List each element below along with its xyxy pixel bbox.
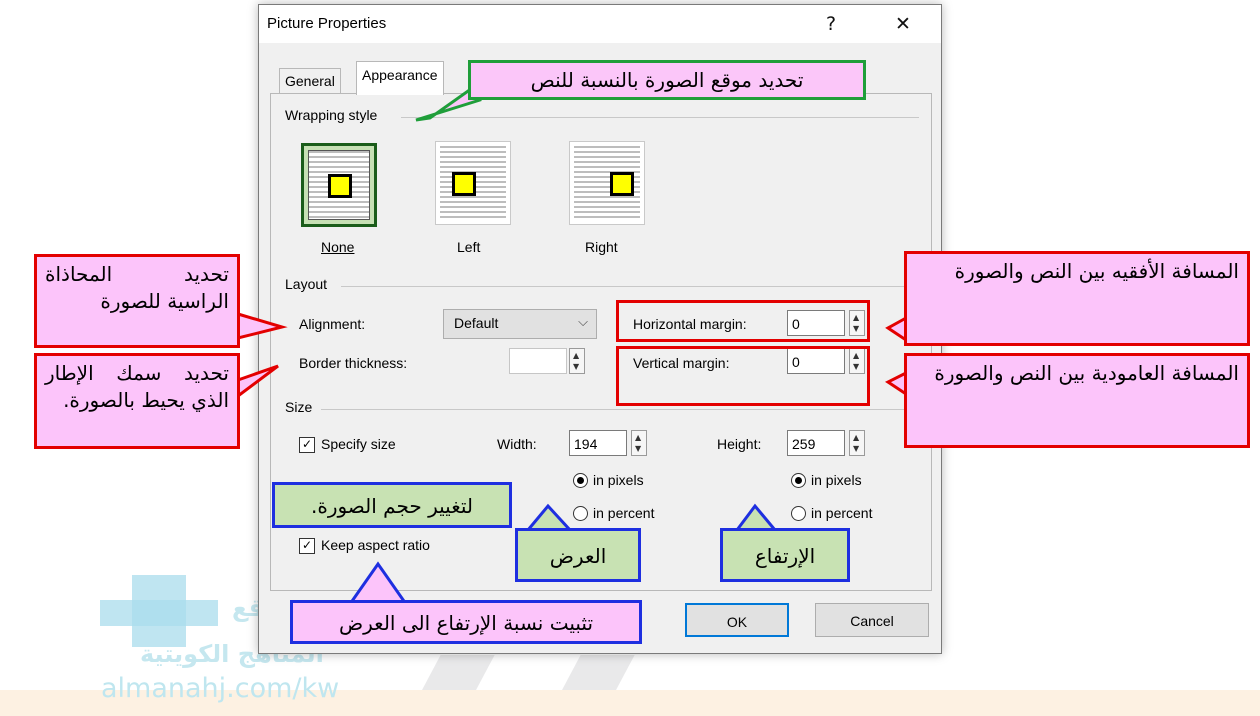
width-stepper[interactable]: ▲ ▼: [631, 430, 647, 456]
wrap-left-label: Left: [457, 239, 481, 255]
picture-icon: [328, 174, 352, 198]
group-divider: [401, 117, 919, 118]
dialog-title: Picture Properties: [267, 15, 387, 32]
keep-aspect-ratio-label: Keep aspect ratio: [321, 537, 430, 553]
title-bar: Picture Properties ? ✕: [259, 5, 941, 43]
specify-size-label: Specify size: [321, 436, 396, 452]
width-in-percent-label: in percent: [593, 505, 655, 521]
tab-appearance[interactable]: Appearance: [356, 61, 444, 95]
background-stripe: [419, 655, 495, 695]
group-divider: [321, 409, 919, 410]
border-thickness-label: Border thickness:: [299, 355, 408, 371]
border-thickness-stepper[interactable]: ▲ ▼: [569, 348, 585, 374]
alignment-select[interactable]: Default ⌵: [443, 309, 597, 339]
height-in-pixels-label: in pixels: [811, 472, 862, 488]
watermark-logo-shape: [100, 600, 218, 626]
wrap-none-option[interactable]: [301, 143, 377, 227]
callout-vertical-margin: المسافة العامودية بين النص والصورة: [904, 353, 1250, 448]
height-in-percent-label: in percent: [811, 505, 873, 521]
wrapping-style-group-label: Wrapping style: [285, 107, 378, 123]
width-in-pixels-label: in pixels: [593, 472, 644, 488]
tab-general[interactable]: General: [279, 68, 341, 93]
wrap-right-option[interactable]: [569, 141, 645, 225]
help-button[interactable]: ?: [811, 7, 851, 41]
highlight-vertical-margin: [616, 346, 870, 406]
border-thickness-field[interactable]: [509, 348, 567, 374]
layout-group-label: Layout: [285, 276, 328, 292]
picture-icon: [610, 172, 634, 196]
callout-wrapping-position: تحديد موقع الصورة بالنسبة للنص: [468, 60, 866, 100]
highlight-horizontal-margin: [616, 300, 870, 342]
keep-aspect-ratio-checkbox[interactable]: ✓: [299, 538, 315, 554]
callout-alignment: تحديد المحاذاة الراسية للصورة: [34, 254, 240, 348]
height-in-percent-radio[interactable]: [791, 506, 806, 521]
width-in-percent-radio[interactable]: [573, 506, 588, 521]
size-group-label: Size: [285, 399, 313, 415]
wrap-right-label: Right: [585, 239, 618, 255]
close-button[interactable]: ✕: [883, 7, 923, 41]
callout-keep-aspect: تثبيت نسبة الإرتفاع الى العرض: [290, 600, 642, 644]
wrap-left-option[interactable]: [435, 141, 511, 225]
chevron-down-icon: ⌵: [578, 314, 588, 329]
callout-height: الإرتفاع: [720, 528, 850, 582]
wrap-none-label: None: [321, 239, 355, 255]
height-label: Height:: [717, 436, 762, 452]
alignment-select-value: Default: [454, 315, 499, 331]
group-divider: [341, 286, 919, 287]
width-in-pixels-radio[interactable]: [573, 473, 588, 488]
cancel-button[interactable]: Cancel: [815, 603, 929, 637]
height-stepper[interactable]: ▲ ▼: [849, 430, 865, 456]
alignment-label: Alignment:: [299, 316, 366, 332]
callout-horizontal-margin: المسافة الأفقيه بين النص والصورة: [904, 251, 1250, 346]
ok-button[interactable]: OK: [685, 603, 789, 637]
callout-width: العرض: [515, 528, 641, 582]
callout-border-thickness: تحديد سمك الإطار الذي يحيط بالصورة.: [34, 353, 240, 449]
width-label: Width:: [497, 436, 537, 452]
specify-size-checkbox[interactable]: ✓: [299, 437, 315, 453]
height-field[interactable]: 259: [787, 430, 845, 456]
callout-resize: لتغيير حجم الصورة.: [272, 482, 512, 528]
height-in-pixels-radio[interactable]: [791, 473, 806, 488]
watermark-site-url: almanahj.com/kw: [101, 673, 340, 704]
background-stripe: [559, 655, 635, 695]
picture-icon: [452, 172, 476, 196]
width-field[interactable]: 194: [569, 430, 627, 456]
